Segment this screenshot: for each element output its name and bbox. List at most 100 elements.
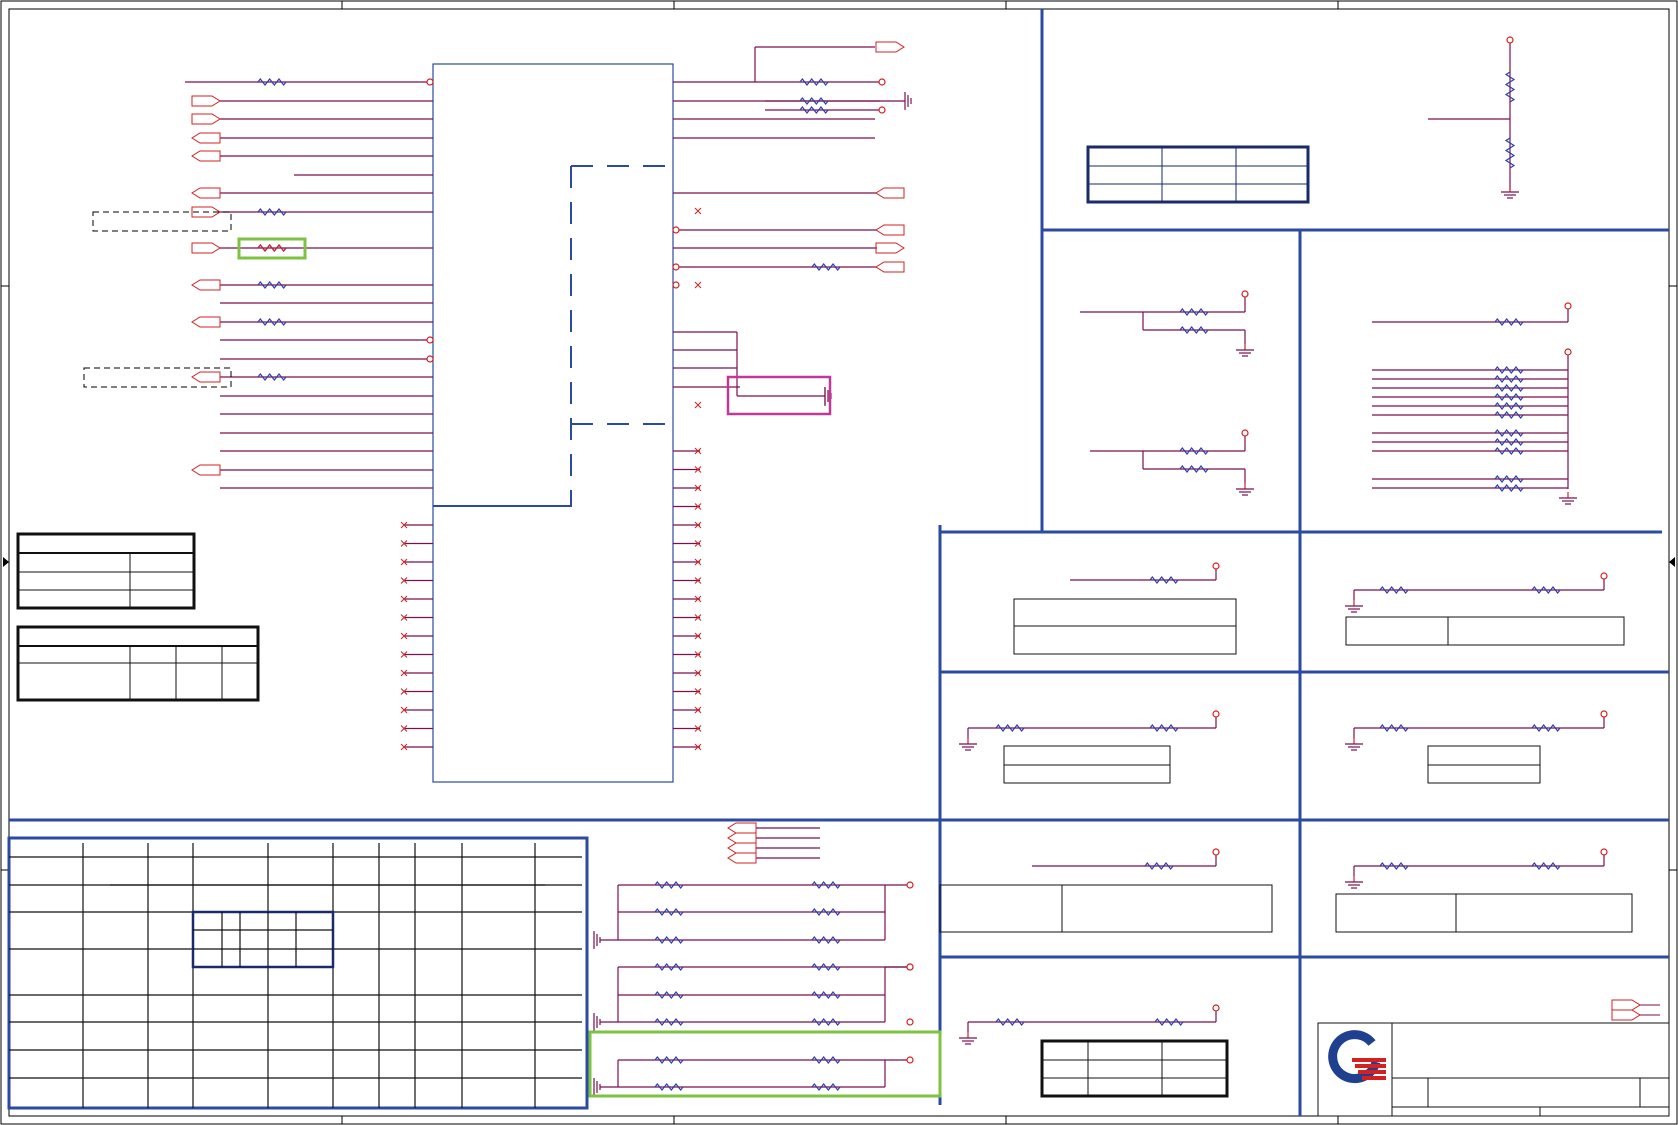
offpage-connector-icon (875, 224, 905, 236)
resistor-icon (1531, 586, 1561, 594)
resistor-icon (799, 97, 829, 105)
resistor-icon (654, 1018, 684, 1026)
resistor-icon (1494, 475, 1524, 483)
resistor-icon (1149, 724, 1179, 732)
resistor-icon (1154, 1018, 1184, 1026)
resistor-icon (1179, 308, 1209, 316)
dashed-note-box-2 (83, 367, 232, 388)
power-pin-icon (1600, 710, 1608, 718)
resistor-icon (257, 373, 287, 381)
power-pin-icon (906, 1018, 914, 1026)
resistor-icon (799, 78, 829, 86)
offpage-connector-icon (191, 464, 221, 476)
resistor-icon (257, 281, 287, 289)
resistor-icon (1144, 862, 1174, 870)
power-pin-icon (426, 355, 434, 363)
offpage-connector-icon (191, 279, 221, 291)
resistor-icon (654, 991, 684, 999)
power-pin-icon (426, 78, 434, 86)
schematic-sheet (0, 0, 1678, 1125)
ic-right-pin-wires (600, 40, 1605, 1088)
option-table-bottom (1040, 1039, 1229, 1098)
power-pin-icon (672, 281, 680, 289)
power-pin-icon (1600, 572, 1608, 580)
resistor-icon (654, 936, 684, 944)
resistor-icon (1379, 586, 1409, 594)
table-frame (7, 836, 589, 1110)
offpage-connector-icon (191, 187, 221, 199)
resistor-icon (1494, 484, 1524, 492)
resistor-icon (1179, 447, 1209, 455)
resistor-symbols (257, 71, 1561, 1091)
offpage-connector-icon (191, 132, 221, 144)
inner-table (191, 910, 335, 969)
resistor-icon (257, 318, 287, 326)
power-pin-icon (1212, 710, 1220, 718)
resistor-icon (654, 1083, 684, 1091)
resistor-icon (811, 1056, 841, 1064)
power-pin-icon (1212, 562, 1220, 570)
zone-arrow-icons (3, 557, 1675, 567)
resistor-icon (1494, 438, 1524, 446)
power-pin-icon (1506, 36, 1514, 44)
ground-icons (593, 92, 1577, 1096)
power-pin-icon (906, 881, 914, 889)
power-pin-icon (906, 963, 914, 971)
resistor-icon (1531, 862, 1561, 870)
resistor-icon (1494, 393, 1524, 401)
power-pin-icon (1241, 429, 1249, 437)
resistor-icon (654, 881, 684, 889)
resistor-icon (1494, 375, 1524, 383)
resistor-icon (811, 1018, 841, 1026)
resistor-icon (1379, 724, 1409, 732)
power-pin-icon (672, 226, 680, 234)
dashed-note-box-1 (92, 211, 232, 232)
offpage-connector-icon (875, 242, 905, 254)
resistor-icon (257, 208, 287, 216)
resistor-icon (1531, 724, 1561, 732)
offpage-connector-icon (191, 113, 221, 125)
offpage-connector-icon (191, 95, 221, 107)
resistor-icon (1504, 137, 1516, 169)
resistor-icon (654, 908, 684, 916)
resistor-icon (1179, 326, 1209, 334)
bom-option-table (7, 836, 589, 1110)
offpage-connector-icon (875, 41, 905, 53)
resistor-icon (995, 724, 1025, 732)
power-pin-icon (878, 78, 886, 86)
strap-table-1 (16, 532, 196, 610)
resistor-icon (1494, 429, 1524, 437)
power-pin-icon (1564, 348, 1572, 356)
resistor-icon (811, 991, 841, 999)
power-pin-icon (906, 1056, 914, 1064)
resistor-icon (995, 1018, 1025, 1026)
power-pin-icon (878, 106, 886, 114)
power-pin-icon (1241, 290, 1249, 298)
offpage-connector-icon (727, 852, 757, 864)
offpage-connector-icon (875, 187, 905, 199)
resistor-icon (654, 1056, 684, 1064)
offpage-connector-icon (727, 822, 757, 834)
resistor-icon (811, 263, 841, 271)
no-connect-marks (400, 207, 702, 751)
power-pin-icon (672, 263, 680, 271)
title-offpage-connector-icons (1611, 999, 1660, 1021)
resistor-icon (1494, 447, 1524, 455)
resistor-icon (811, 936, 841, 944)
offpage-connector-icon (191, 150, 221, 162)
resistor-icon (811, 881, 841, 889)
power-pin-icon (1212, 848, 1220, 856)
offpage-connector-icons (191, 41, 905, 864)
strap-table-2 (16, 625, 260, 702)
resistor-icon (1149, 576, 1179, 584)
no-connect-icon (694, 281, 702, 289)
resistor-icon (811, 908, 841, 916)
main-ic (432, 63, 674, 783)
resistor-icon (257, 244, 287, 252)
resistor-icon (1379, 862, 1409, 870)
no-connect-icon (694, 207, 702, 215)
resistor-icon (811, 963, 841, 971)
offpage-connector-icon (727, 842, 757, 854)
offpage-connector-icon (727, 832, 757, 844)
resistor-icon (799, 106, 829, 114)
